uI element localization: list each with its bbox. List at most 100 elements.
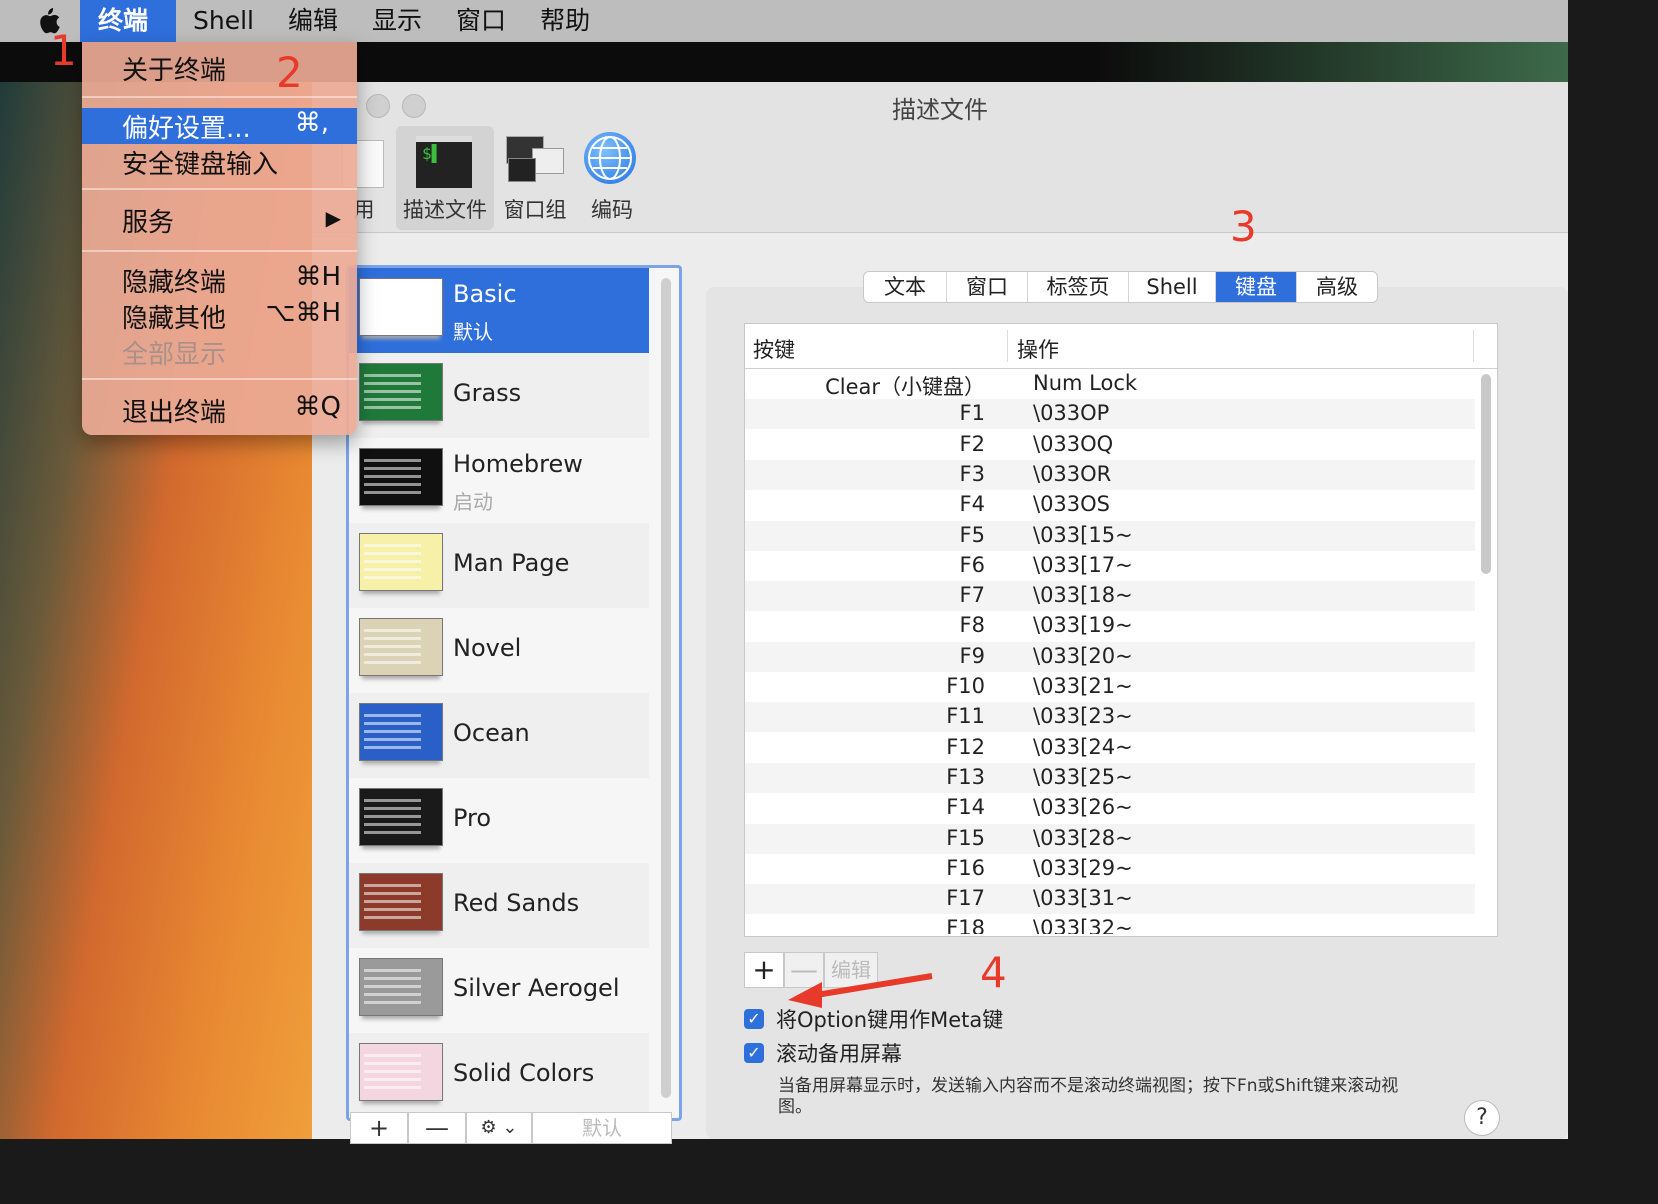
default-button[interactable]: 默认: [532, 1112, 672, 1144]
profile-item[interactable]: Pro: [349, 778, 649, 863]
menu-separator: [82, 250, 357, 252]
profile-item[interactable]: Homebrew 启动: [349, 438, 649, 523]
add-profile-button[interactable]: +: [350, 1112, 408, 1144]
table-row[interactable]: F13 \033[25~: [745, 762, 1475, 793]
option-meta-checkbox[interactable]: ✓: [744, 1009, 764, 1029]
menu-item-hide-others[interactable]: 隐藏其他 ⌥⌘H: [82, 298, 357, 334]
table-row[interactable]: F16 \033[29~: [745, 854, 1475, 884]
tab-keyboard[interactable]: 键盘: [1216, 272, 1297, 302]
annotation-arrow: [788, 973, 933, 1008]
menubar-item-view[interactable]: 显示: [355, 0, 439, 42]
profile-item[interactable]: Solid Colors: [349, 1033, 649, 1118]
menubar-item-terminal[interactable]: 终端: [80, 0, 177, 42]
column-header-action[interactable]: 操作: [1017, 334, 1059, 364]
profile-item[interactable]: Grass: [349, 353, 649, 438]
table-row[interactable]: F1 \033OP: [745, 399, 1475, 430]
profile-item[interactable]: Man Page: [349, 523, 649, 608]
table-row[interactable]: F7 \033[18~: [745, 581, 1475, 612]
profile-thumbnail: [359, 533, 443, 591]
key-cell: F5: [959, 522, 985, 547]
action-cell: Num Lock: [1033, 371, 1138, 395]
action-cell: \033[24~: [1033, 734, 1133, 759]
table-row[interactable]: Clear（小键盘） Num Lock: [745, 369, 1475, 399]
menubar-item-edit[interactable]: 编辑: [271, 0, 355, 42]
profile-item[interactable]: Ocean: [349, 693, 649, 778]
profile-name: Basic: [453, 280, 517, 308]
table-row[interactable]: F8 \033[19~: [745, 611, 1475, 641]
profile-name: Ocean: [453, 719, 530, 747]
profile-list: Basic 默认 Grass Homebrew 启动 Man Page Novel Ocean…: [346, 265, 682, 1121]
menubar-item-shell[interactable]: Shell: [176, 0, 271, 42]
key-cell: F16: [946, 855, 985, 880]
profile-item[interactable]: Novel: [349, 608, 649, 693]
toolbar-profiles-label: 描述文件: [403, 198, 487, 222]
gear-menu-button[interactable]: ⚙︎ ⌄: [466, 1112, 532, 1144]
scroll-alt-label: 滚动备用屏幕: [776, 1042, 902, 1066]
profile-thumbnail: [359, 363, 443, 421]
table-row[interactable]: F15 \033[28~: [745, 823, 1475, 854]
profile-list-scrollbar[interactable]: [661, 278, 671, 1098]
option-meta-row: ✓ 将Option键用作Meta键: [744, 1004, 1003, 1034]
toolbar-window-groups-button[interactable]: 窗口组: [500, 126, 570, 230]
table-row[interactable]: F12 \033[24~: [745, 733, 1475, 763]
profile-name: Solid Colors: [453, 1059, 595, 1087]
key-cell: F14: [946, 795, 985, 820]
profile-item[interactable]: Red Sands: [349, 863, 649, 948]
remove-profile-button[interactable]: —: [408, 1112, 466, 1144]
menubar-item-help[interactable]: 帮助: [523, 0, 607, 42]
table-row[interactable]: F11 \033[23~: [745, 702, 1475, 733]
menu-item-secure-keyboard[interactable]: 安全键盘输入: [82, 144, 357, 180]
scroll-alt-checkbox[interactable]: ✓: [744, 1043, 764, 1063]
chevron-right-icon: ▶: [325, 206, 341, 230]
menu-item-services[interactable]: 服务 ▶: [82, 202, 357, 238]
tab-shell[interactable]: Shell: [1129, 272, 1216, 302]
table-row[interactable]: F4 \033OS: [745, 490, 1475, 520]
table-row[interactable]: F17 \033[31~: [745, 884, 1475, 915]
menu-item-show-all[interactable]: 全部显示: [82, 334, 357, 370]
menubar-item-window[interactable]: 窗口: [439, 0, 523, 42]
toolbar-encodings-button[interactable]: 编码: [578, 126, 646, 230]
profile-thumbnail: [359, 1043, 443, 1101]
profile-thumbnail: [359, 703, 443, 761]
key-cell: F13: [946, 764, 985, 789]
key-cell: F15: [946, 825, 985, 850]
table-row[interactable]: F9 \033[20~: [745, 641, 1475, 672]
tab-window[interactable]: 窗口: [947, 272, 1028, 302]
tab-advanced[interactable]: 高级: [1297, 272, 1377, 302]
menu-item-about[interactable]: 关于终端: [82, 50, 357, 86]
action-cell: \033[31~: [1033, 886, 1133, 911]
key-cell: F11: [946, 704, 985, 729]
profile-item[interactable]: Basic 默认: [349, 268, 649, 353]
profile-item[interactable]: Silver Aerogel: [349, 948, 649, 1033]
table-header: 按键 操作: [745, 324, 1497, 369]
table-row[interactable]: F3 \033OR: [745, 459, 1475, 490]
tab-tabs[interactable]: 标签页: [1028, 272, 1129, 302]
key-cell: F1: [959, 401, 985, 426]
key-cell: F18: [946, 916, 985, 934]
window-groups-icon: [506, 136, 564, 182]
help-button[interactable]: ?: [1464, 1100, 1500, 1136]
table-row[interactable]: F6 \033[17~: [745, 551, 1475, 581]
tab-text[interactable]: 文本: [864, 272, 947, 302]
table-row[interactable]: F18 \033[32~: [745, 914, 1475, 934]
table-row[interactable]: F5 \033[15~: [745, 520, 1475, 551]
table-row[interactable]: F14 \033[26~: [745, 793, 1475, 823]
add-key-button[interactable]: +: [744, 952, 784, 988]
key-cell: F10: [946, 674, 985, 698]
toolbar-profiles-button[interactable]: $▌ 描述文件: [396, 126, 494, 230]
profile-name: Red Sands: [453, 889, 580, 917]
column-header-key[interactable]: 按键: [753, 334, 795, 364]
window-titlebar: 描述文件 用 $▌ 描述文件 窗口组 编码: [312, 82, 1568, 233]
profile-subtitle: 默认: [453, 320, 493, 344]
profile-thumbnail: [359, 873, 443, 931]
table-scrollbar[interactable]: [1481, 374, 1491, 574]
menu-item-quit[interactable]: 退出终端 ⌘Q: [82, 392, 357, 428]
table-row[interactable]: F10 \033[21~: [745, 672, 1475, 702]
key-cell: Clear（小键盘）: [825, 375, 985, 399]
menu-item-preferences[interactable]: 偏好设置... ⌘,: [82, 108, 357, 144]
table-row[interactable]: F2 \033OQ: [745, 430, 1475, 460]
menu-item-hide[interactable]: 隐藏终端 ⌘H: [82, 262, 357, 298]
profile-name: Pro: [453, 804, 492, 832]
key-cell: F12: [946, 734, 985, 759]
action-cell: \033OQ: [1033, 431, 1114, 456]
